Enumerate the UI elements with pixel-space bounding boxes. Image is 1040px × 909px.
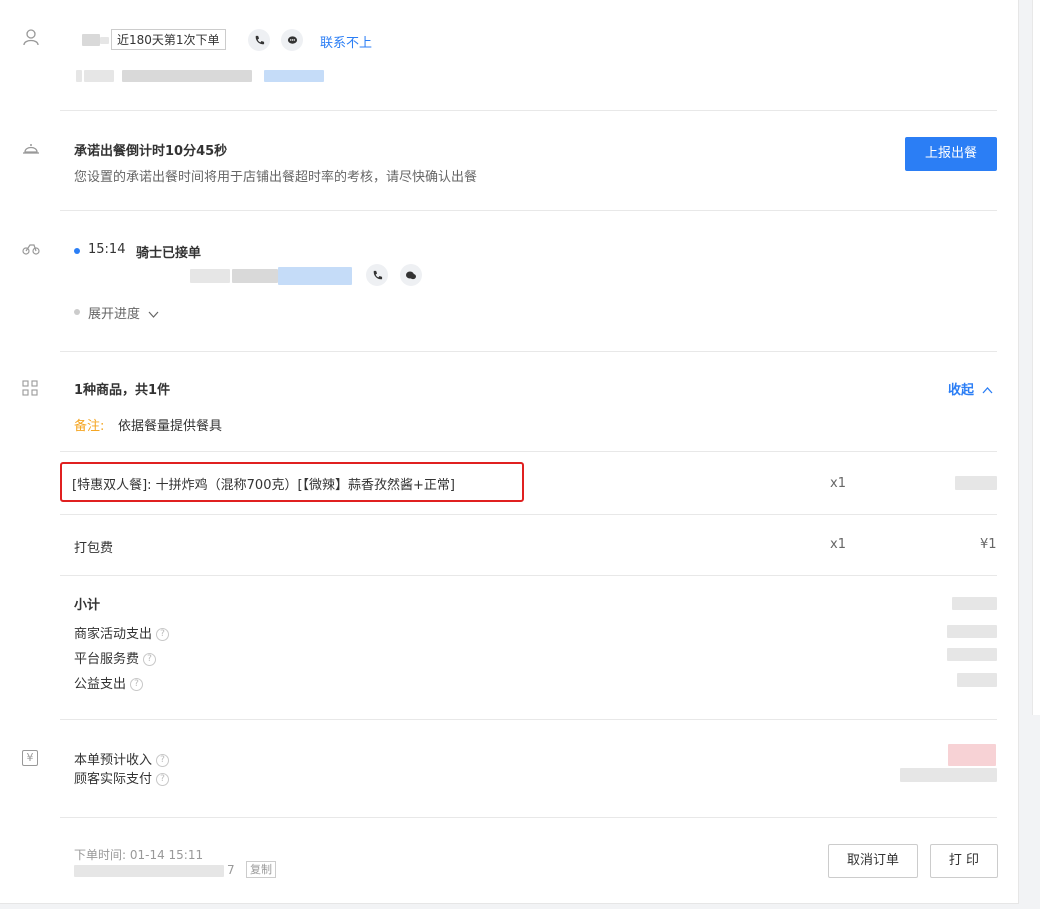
chevron-up-icon xyxy=(982,383,993,398)
chat-icon xyxy=(406,271,416,279)
chat-button[interactable] xyxy=(281,29,303,51)
expand-progress-label: 展开进度 xyxy=(88,307,141,322)
expand-dot xyxy=(74,309,80,315)
promise-section: 承诺出餐倒计时10分45秒 您设置的承诺出餐时间将用于店铺出餐超时率的考核，请尽… xyxy=(20,111,997,210)
remark-text: 依据餐量提供餐具 xyxy=(118,419,223,434)
yen-icon: ¥ xyxy=(22,750,38,766)
first-order-tag: 近180天第1次下单 xyxy=(111,29,226,50)
items-divider xyxy=(60,575,997,576)
fee-label: 商家活动支出 xyxy=(74,627,153,642)
side-panel xyxy=(1032,0,1040,715)
promise-desc: 您设置的承诺出餐时间将用于店铺出餐超时率的考核，请尽快确认出餐 xyxy=(74,170,478,185)
help-icon[interactable]: ? xyxy=(156,754,170,767)
scooter-icon xyxy=(22,241,40,259)
address-blur-2 xyxy=(84,70,114,82)
address-blur-3 xyxy=(122,70,252,82)
order-no-tail: 7 xyxy=(227,863,235,877)
promise-title: 承诺出餐倒计时10分45秒 xyxy=(74,144,228,159)
fee-row: 公益支出? xyxy=(74,673,144,692)
collapse-link[interactable]: 收起 xyxy=(948,379,993,398)
fee-row: 商家活动支出? xyxy=(74,623,170,642)
expand-progress-link[interactable]: 展开进度 xyxy=(88,303,159,322)
rider-section: 15:14 骑士已接单 展开进度 xyxy=(20,211,997,351)
subtotal-label: 小计 xyxy=(74,598,101,613)
order-detail-card: 近180天第1次下单 联系不上 承诺出餐倒计时10分45秒 您设置的承诺出餐时间… xyxy=(0,0,1019,904)
help-icon[interactable]: ? xyxy=(143,653,157,666)
item-name: [特惠双人餐]: 十拼炸鸡（混称700克）[【微辣】蒜香孜然酱+正常] xyxy=(72,478,456,493)
rider-info-blur-2 xyxy=(232,269,278,283)
rider-dot xyxy=(74,248,80,254)
address-blur-1 xyxy=(76,70,82,82)
rider-status: 骑士已接单 xyxy=(136,246,202,261)
phone-icon xyxy=(373,270,382,279)
actual-paid-row: 顾客实际支付? xyxy=(74,768,170,787)
fee-label: 公益支出 xyxy=(74,677,127,692)
actual-paid-label: 顾客实际支付 xyxy=(74,772,153,787)
expected-income-row: 本单预计收入? xyxy=(74,749,170,768)
fee-row: 平台服务费? xyxy=(74,648,157,667)
fee-blur xyxy=(957,673,997,687)
item-name: 打包费 xyxy=(74,541,114,556)
help-icon[interactable]: ? xyxy=(156,773,170,786)
report-meal-button[interactable]: 上报出餐 xyxy=(905,137,997,171)
item-price: ¥1 xyxy=(980,537,997,552)
income-value-blur xyxy=(948,744,996,766)
chevron-down-icon xyxy=(148,307,159,322)
footer-section: 下单时间: 01-14 15:11 7 复制 取消订单 打 印 xyxy=(20,818,998,898)
print-button[interactable]: 打 印 xyxy=(930,844,998,878)
chat-icon xyxy=(287,35,297,44)
help-icon[interactable]: ? xyxy=(130,678,144,691)
grid-icon xyxy=(22,380,38,400)
collapse-label: 收起 xyxy=(948,383,975,398)
order-time: 下单时间: 01-14 15:11 xyxy=(74,848,204,862)
address-link-blur[interactable] xyxy=(264,70,324,82)
fee-label: 平台服务费 xyxy=(74,652,140,667)
goods-summary: 1种商品，共1件 xyxy=(74,383,171,398)
rider-time: 15:14 xyxy=(88,242,126,257)
contact-fail-link[interactable]: 联系不上 xyxy=(320,32,372,51)
item-row: 打包费 x1 ¥1 xyxy=(60,515,997,575)
order-no-blur xyxy=(74,865,224,877)
subtotal-blur xyxy=(952,597,997,610)
rider-info-blur-1 xyxy=(190,269,230,283)
cancel-order-button[interactable]: 取消订单 xyxy=(828,844,918,878)
remark-label: 备注: xyxy=(74,419,105,434)
income-section: ¥ 本单预计收入? 顾客实际支付? xyxy=(20,720,997,817)
help-icon[interactable]: ? xyxy=(156,628,170,641)
fee-blur xyxy=(947,625,997,638)
item-qty: x1 xyxy=(830,476,846,491)
customer-name-blur xyxy=(82,34,100,46)
rider-phone-button[interactable] xyxy=(366,264,388,286)
fee-blur xyxy=(947,648,997,661)
customer-name-blur-2 xyxy=(100,37,109,44)
item-qty: x1 xyxy=(830,537,846,552)
paid-value-blur xyxy=(900,768,997,782)
customer-section: 近180天第1次下单 联系不上 xyxy=(20,0,997,110)
expected-income-label: 本单预计收入 xyxy=(74,753,153,768)
food-cover-icon xyxy=(22,141,40,159)
rider-phone-blur xyxy=(278,267,352,285)
phone-button[interactable] xyxy=(248,29,270,51)
phone-icon xyxy=(255,35,264,44)
user-icon xyxy=(22,28,40,50)
goods-section: 1种商品，共1件 收起 备注: 依据餐量提供餐具 [特惠双人餐]: 十拼炸鸡（混… xyxy=(20,352,997,719)
rider-chat-button[interactable] xyxy=(400,264,422,286)
item-price-blur xyxy=(955,476,997,490)
copy-button[interactable]: 复制 xyxy=(246,861,276,878)
item-row: [特惠双人餐]: 十拼炸鸡（混称700克）[【微辣】蒜香孜然酱+正常] x1 xyxy=(60,452,997,514)
